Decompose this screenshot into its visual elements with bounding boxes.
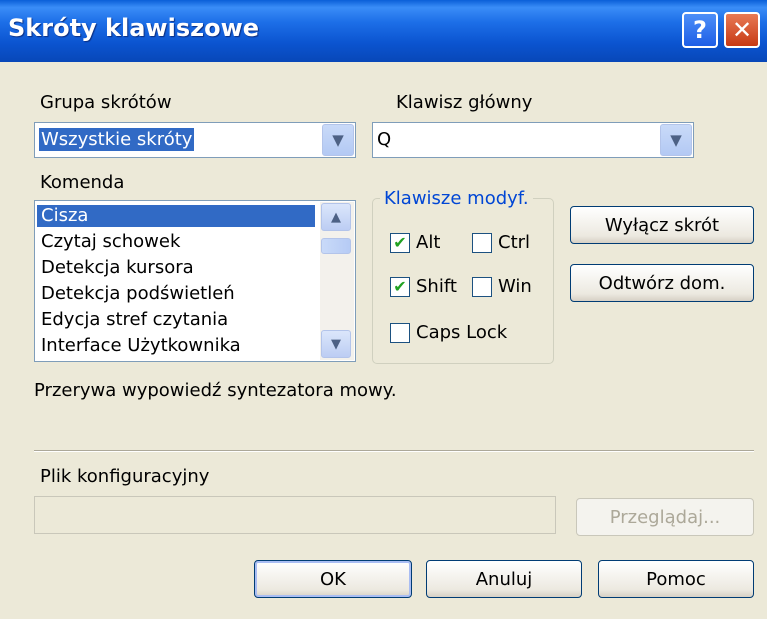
chevron-down-icon[interactable]: ▼ xyxy=(660,124,692,156)
window-title: Skróty klawiszowe xyxy=(8,14,260,42)
alt-checkbox[interactable]: ✔ Alt xyxy=(390,232,440,253)
config-label: Plik konfiguracyjny xyxy=(40,466,210,487)
checkbox-box xyxy=(472,276,492,297)
ctrl-checkbox[interactable]: Ctrl xyxy=(472,232,530,253)
checkbox-box: ✔ xyxy=(390,276,410,297)
group-select-value: Wszystkie skróty xyxy=(39,128,195,151)
config-file-field xyxy=(34,496,556,534)
checkbox-box xyxy=(390,322,410,343)
list-item[interactable]: Edycja stref czytania xyxy=(37,309,228,331)
shift-label: Shift xyxy=(416,276,457,297)
help-title-button[interactable]: ? xyxy=(682,12,718,48)
close-button[interactable]: ✕ xyxy=(724,12,760,48)
question-icon: ? xyxy=(693,16,707,44)
title-bar: Skróty klawiszowe ? ✕ xyxy=(0,0,767,62)
command-label: Komenda xyxy=(40,172,125,193)
ok-button[interactable]: OK xyxy=(254,560,412,598)
list-scrollbar[interactable]: ▲ ▼ xyxy=(320,202,354,360)
command-list[interactable]: Cisza Czytaj schowek Detekcja kursora De… xyxy=(34,200,356,362)
capslock-checkbox[interactable]: Caps Lock xyxy=(390,322,507,343)
list-item[interactable]: Detekcja kursora xyxy=(37,257,194,279)
command-description: Przerywa wypowiedź syntezatora mowy. xyxy=(34,380,397,401)
disable-shortcut-button[interactable]: Wyłącz skrót xyxy=(570,206,754,244)
browse-button: Przeglądaj... xyxy=(576,498,754,536)
group-label: Grupa skrótów xyxy=(40,92,172,113)
restore-default-button[interactable]: Odtwórz dom. xyxy=(570,264,754,302)
close-icon: ✕ xyxy=(731,16,753,44)
check-icon: ✔ xyxy=(393,233,407,252)
win-label: Win xyxy=(498,276,532,297)
modifiers-title: Klawisze modyf. xyxy=(380,188,533,209)
key-label: Klawisz główny xyxy=(396,92,533,113)
list-item[interactable]: Detekcja podświetleń xyxy=(37,283,235,305)
checkbox-box xyxy=(472,232,492,253)
shift-checkbox[interactable]: ✔ Shift xyxy=(390,276,457,297)
group-select[interactable]: Wszystkie skróty ▼ xyxy=(34,122,356,158)
win-checkbox[interactable]: Win xyxy=(472,276,532,297)
alt-label: Alt xyxy=(416,232,441,253)
scroll-down-icon[interactable]: ▼ xyxy=(321,330,351,358)
capslock-label: Caps Lock xyxy=(416,322,508,343)
chevron-down-icon[interactable]: ▼ xyxy=(322,124,354,156)
checkbox-box: ✔ xyxy=(390,232,410,253)
divider xyxy=(34,450,754,452)
key-select[interactable]: Q ▼ xyxy=(372,122,694,158)
list-item[interactable]: Interface Użytkownika xyxy=(37,335,241,357)
check-icon: ✔ xyxy=(393,277,407,296)
scroll-thumb[interactable] xyxy=(321,238,351,254)
help-button[interactable]: Pomoc xyxy=(598,560,754,598)
ctrl-label: Ctrl xyxy=(498,232,531,253)
cancel-button[interactable]: Anuluj xyxy=(426,560,582,598)
list-item[interactable]: Czytaj schowek xyxy=(37,231,180,253)
key-select-value: Q xyxy=(377,129,392,150)
list-item[interactable]: Cisza xyxy=(37,205,315,227)
scroll-up-icon[interactable]: ▲ xyxy=(321,203,351,231)
